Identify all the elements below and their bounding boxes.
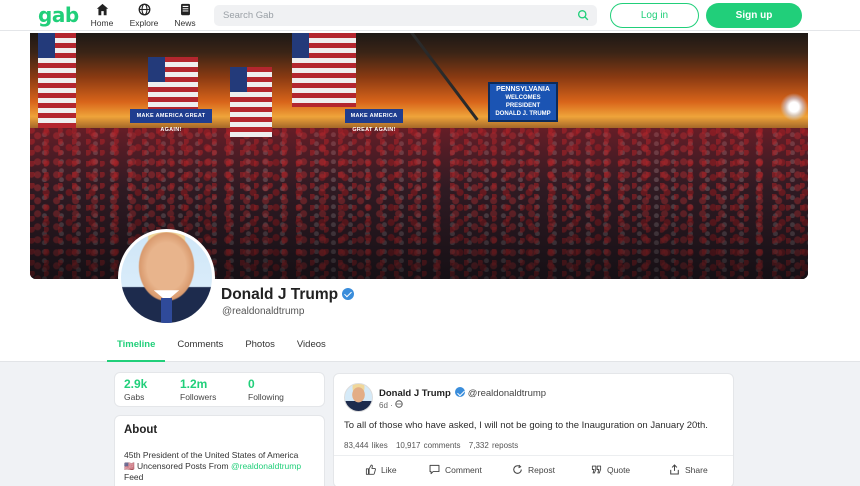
about-bio-line: Feed	[124, 472, 144, 482]
nav-home-label: Home	[90, 18, 114, 28]
post-likes-count[interactable]: 83,444 likes	[344, 441, 388, 450]
nav-home[interactable]: Home	[82, 3, 122, 28]
login-button[interactable]: Log in	[610, 3, 699, 28]
post-author-handle: @realdonaldtrump	[467, 388, 547, 399]
news-icon	[180, 3, 190, 16]
cover-screen: PENNSYLVANIA WELCOMES PRESIDENT DONALD J…	[488, 82, 558, 122]
nav-explore[interactable]: Explore	[124, 3, 164, 28]
profile-name: Donald J Trump	[221, 286, 355, 304]
about-bio-link[interactable]: @realdonaldtrump	[231, 461, 301, 471]
gab-logo[interactable]: gab	[38, 3, 79, 27]
profile-tabs: Timeline Comments Photos Videos	[107, 334, 338, 362]
stat-followers-label: Followers	[180, 392, 217, 402]
stat-followers[interactable]: 1.2m Followers	[180, 377, 216, 402]
cover-stage-light	[780, 93, 808, 121]
verified-badge-icon	[342, 288, 355, 300]
profile-handle: @realdonaldtrump	[222, 306, 305, 317]
about-title: About	[124, 424, 158, 436]
profile-name-text: Donald J Trump	[221, 286, 339, 303]
stat-following-value: 0	[248, 377, 255, 391]
cover-flag	[148, 57, 198, 112]
cover-screen-line: WELCOMES	[505, 95, 541, 101]
about-bio-text: Uncensored Posts From	[136, 461, 229, 471]
cover-flag	[292, 33, 356, 107]
quote-icon	[591, 465, 602, 474]
comment-label: Comment	[445, 465, 482, 475]
share-button[interactable]: Share	[669, 464, 708, 475]
tab-photos[interactable]: Photos	[235, 334, 285, 362]
comment-icon	[429, 464, 440, 475]
quote-button[interactable]: Quote	[591, 464, 630, 475]
share-icon	[670, 464, 679, 475]
cover-screen-line: PENNSYLVANIA	[496, 86, 550, 93]
avatar-image	[121, 232, 212, 323]
nav-explore-label: Explore	[129, 18, 159, 28]
tab-comments[interactable]: Comments	[167, 334, 233, 362]
profile-avatar[interactable]	[118, 229, 215, 326]
post-divider	[334, 455, 733, 456]
signup-button[interactable]: Sign up	[706, 3, 802, 28]
post-comments-count[interactable]: 10,917 comments	[396, 441, 461, 450]
post-metrics: 83,444 likes 10,917 comments 7,332 repos…	[344, 441, 523, 450]
home-icon	[96, 3, 108, 16]
post-author-name: Donald J Trump	[379, 388, 451, 399]
stat-following[interactable]: 0 Following	[248, 377, 284, 402]
top-navbar: gab Home Explore News Search Gab Log in …	[0, 0, 860, 31]
avatar-tie	[161, 297, 172, 323]
quote-label: Quote	[607, 465, 631, 475]
thumbs-up-icon	[365, 464, 376, 475]
about-bio-line: 🇺🇸 Uncensored Posts From @realdonaldtrum…	[124, 461, 301, 472]
stats-card: 2.9k Gabs 1.2m Followers 0 Following	[114, 372, 325, 407]
comment-button[interactable]: Comment	[429, 464, 482, 475]
search-icon[interactable]	[577, 9, 589, 21]
post-reposts-count[interactable]: 7,332 reposts	[469, 441, 518, 450]
like-label: Like	[381, 465, 397, 475]
cover-banner-left: MAKE AMERICA GREAT AGAIN!	[130, 109, 212, 133]
share-label: Share	[685, 465, 708, 475]
post-timestamp[interactable]: 6d	[379, 401, 388, 410]
globe-icon	[395, 400, 403, 408]
globe-icon	[138, 3, 150, 16]
like-button[interactable]: Like	[365, 464, 397, 475]
about-card: About 45th President of the United State…	[114, 415, 325, 486]
tab-timeline[interactable]: Timeline	[107, 334, 166, 362]
post-actions: Like Comment Repost Quote Share	[334, 462, 733, 480]
cover-flag	[38, 33, 76, 128]
profile-header: MAKE AMERICA GREAT AGAIN! MAKE AMERICA G…	[0, 31, 860, 362]
repost-button[interactable]: Repost	[512, 464, 555, 475]
stat-followers-value: 1.2m	[180, 377, 208, 391]
repost-label: Repost	[528, 465, 555, 475]
post-author[interactable]: Donald J Trump @realdonaldtrump	[379, 387, 546, 399]
post-card: Donald J Trump @realdonaldtrump 6d · To a…	[333, 373, 734, 486]
cover-screen-line: PRESIDENT	[505, 103, 541, 109]
stat-following-label: Following	[248, 392, 284, 402]
stat-gabs-label: Gabs	[124, 392, 145, 402]
us-flag-icon: 🇺🇸	[124, 461, 135, 471]
cover-crane	[410, 33, 479, 121]
post-text: To all of those who have asked, I will n…	[344, 420, 708, 431]
cover-flag	[230, 67, 272, 137]
post-author-avatar[interactable]	[344, 383, 373, 412]
cover-screen-line: DONALD J. TRUMP	[495, 111, 551, 117]
search-input[interactable]: Search Gab	[214, 5, 597, 26]
cover-banner-right: MAKE AMERICA GREAT AGAIN!	[345, 109, 403, 133]
stat-gabs-value: 2.9k	[124, 377, 148, 391]
nav-news[interactable]: News	[165, 3, 205, 28]
post-meta: 6d ·	[379, 400, 403, 410]
about-bio-line: 45th President of the United States of A…	[124, 450, 299, 460]
verified-badge-icon	[454, 387, 465, 397]
tab-videos[interactable]: Videos	[287, 334, 336, 362]
nav-news-label: News	[174, 18, 196, 28]
stat-gabs[interactable]: 2.9k Gabs	[124, 377, 147, 402]
repost-icon	[513, 464, 522, 474]
search-placeholder: Search Gab	[223, 10, 274, 21]
